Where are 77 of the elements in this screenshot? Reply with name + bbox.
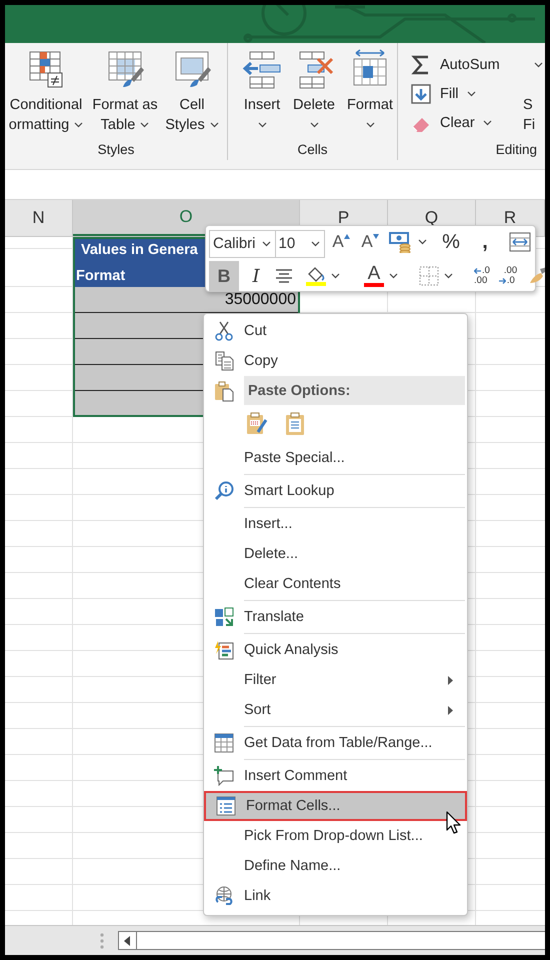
group-label: Editing bbox=[494, 141, 537, 159]
clipboard-lines-icon bbox=[285, 412, 305, 436]
mouse-pointer-icon bbox=[446, 811, 462, 835]
paint-bucket-icon bbox=[306, 266, 326, 282]
caret-icon[interactable] bbox=[331, 273, 340, 279]
money-coins-icon bbox=[389, 231, 413, 253]
format-as-table-button[interactable]: Format as Table bbox=[87, 49, 163, 135]
submenu-arrow-icon bbox=[448, 676, 453, 684]
small-triangle-icon bbox=[372, 234, 379, 239]
increase-decimal-button[interactable]: .0 .00 bbox=[469, 261, 495, 291]
caret-icon[interactable] bbox=[534, 62, 543, 68]
copy-icon bbox=[214, 351, 234, 371]
fill-button[interactable]: Fill bbox=[410, 81, 476, 106]
submenu-arrow-icon bbox=[448, 706, 453, 714]
clear-button[interactable]: Clear bbox=[410, 110, 492, 135]
conditional-formatting-button[interactable]: Conditional ormatting bbox=[5, 49, 87, 135]
globe-link-icon bbox=[214, 886, 234, 906]
borders-icon bbox=[419, 266, 439, 286]
caret-icon[interactable] bbox=[140, 122, 150, 128]
font-field[interactable]: Calibri bbox=[209, 230, 276, 258]
translate-icon bbox=[214, 607, 234, 627]
table-icon bbox=[214, 733, 234, 753]
magnifier-info-icon bbox=[214, 481, 234, 501]
comment-plus-icon bbox=[214, 766, 234, 786]
menu-item[interactable]: Format Cells... bbox=[204, 791, 467, 821]
clipboard-icon bbox=[214, 380, 234, 402]
format-button[interactable]: Format bbox=[344, 49, 396, 135]
cell-styles-button[interactable]: Cell Styles bbox=[163, 49, 221, 135]
menu-item[interactable]: Copy bbox=[204, 346, 467, 376]
quick-analysis-icon bbox=[214, 640, 234, 660]
menu-item[interactable]: Clear Contents bbox=[204, 569, 467, 599]
caret-icon[interactable] bbox=[310, 122, 318, 128]
font-size-field[interactable]: 10 bbox=[276, 230, 325, 258]
menu-item[interactable]: Define Name... bbox=[204, 851, 467, 881]
list-icon bbox=[216, 796, 236, 816]
table-cell: 35000000 bbox=[73, 287, 300, 313]
menu-item[interactable]: Delete... bbox=[204, 539, 467, 569]
small-triangle-icon bbox=[344, 234, 350, 239]
menu-item[interactable]: Pick From Drop-down List... bbox=[204, 821, 467, 851]
font-color-button[interactable]: A bbox=[359, 261, 403, 291]
insert-button[interactable]: Insert bbox=[240, 49, 284, 135]
arrow-icon bbox=[474, 268, 482, 274]
insert-cells-icon bbox=[242, 49, 282, 89]
arrow-icon bbox=[498, 278, 506, 284]
caret-icon[interactable] bbox=[418, 239, 427, 245]
clipboard-brush-icon bbox=[246, 412, 268, 436]
menu-heading: Paste Options: bbox=[244, 376, 465, 405]
caret-icon[interactable] bbox=[311, 240, 320, 246]
caret-icon[interactable] bbox=[466, 90, 476, 96]
menu-item[interactable]: Cut bbox=[204, 316, 467, 346]
caret-icon[interactable] bbox=[389, 273, 398, 279]
scissors-icon bbox=[214, 321, 234, 341]
sort-filter-button[interactable]: S Fi bbox=[523, 95, 536, 135]
menu-item[interactable]: Sort bbox=[204, 695, 467, 725]
menu-item[interactable]: Link bbox=[204, 881, 467, 911]
menu-item[interactable]: Filter bbox=[204, 665, 467, 695]
column-width-icon bbox=[509, 232, 531, 252]
paintbrush-icon bbox=[528, 266, 545, 286]
grip-icon[interactable] bbox=[100, 932, 104, 948]
caret-icon[interactable] bbox=[366, 122, 374, 128]
horizontal-scrollbar[interactable] bbox=[118, 931, 545, 950]
caret-icon[interactable] bbox=[258, 122, 266, 128]
caret-icon[interactable] bbox=[482, 120, 492, 126]
autosum-button[interactable]: AutoSum bbox=[410, 52, 543, 77]
bold-button[interactable]: B bbox=[209, 261, 239, 291]
caret-icon[interactable] bbox=[210, 122, 219, 128]
menu-item[interactable]: Paste Special... bbox=[204, 443, 467, 473]
caret-icon[interactable] bbox=[74, 122, 84, 128]
caret-icon[interactable] bbox=[262, 240, 271, 246]
group-label: Styles bbox=[96, 141, 136, 159]
delete-button[interactable]: Delete bbox=[288, 49, 340, 135]
caret-icon[interactable] bbox=[444, 273, 453, 279]
align-center-icon bbox=[274, 268, 294, 284]
fill-down-icon bbox=[410, 82, 432, 104]
group-label: Cells bbox=[296, 141, 328, 159]
decrease-decimal-button[interactable]: .00 .0 bbox=[495, 261, 521, 291]
left-arrow-icon bbox=[124, 936, 131, 946]
